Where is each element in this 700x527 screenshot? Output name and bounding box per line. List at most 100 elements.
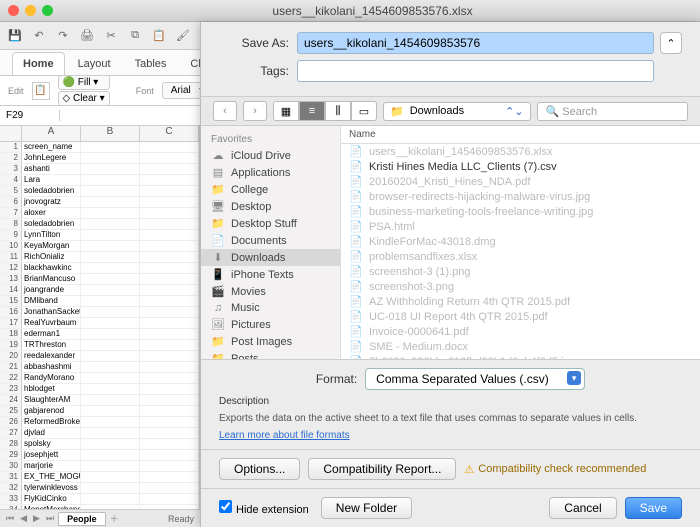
cell[interactable] <box>81 208 140 218</box>
sheet-tab-people[interactable]: People <box>58 512 106 526</box>
cancel-button[interactable]: Cancel <box>549 497 616 519</box>
cell[interactable] <box>81 252 140 262</box>
sidebar-item[interactable]: 🖥Desktop <box>201 198 340 215</box>
row-header[interactable]: 13 <box>0 274 22 284</box>
row-header[interactable]: 22 <box>0 373 22 383</box>
row-header[interactable]: 23 <box>0 384 22 394</box>
cell[interactable] <box>140 285 199 295</box>
sidebar-item[interactable]: 📁Posts <box>201 350 340 359</box>
table-row[interactable]: 26ReformedBroker <box>0 417 199 428</box>
add-sheet-icon[interactable]: ＋ <box>108 512 121 525</box>
tab-layout[interactable]: Layout <box>67 52 122 75</box>
sheet-nav-last-icon[interactable]: ⏭ <box>44 513 56 524</box>
cell[interactable] <box>140 461 199 471</box>
sidebar-item[interactable]: 📄Documents <box>201 232 340 249</box>
row-header[interactable]: 31 <box>0 472 22 482</box>
fill-button[interactable]: 🟢 Fill ▾ <box>58 75 110 90</box>
row-header[interactable]: 10 <box>0 241 22 251</box>
paste-button[interactable]: 📋 <box>32 82 50 100</box>
coverflow-view-icon[interactable]: ▭ <box>351 101 377 121</box>
cell[interactable] <box>140 307 199 317</box>
icon-view-icon[interactable]: ▦ <box>273 101 299 121</box>
cell[interactable] <box>140 186 199 196</box>
table-row[interactable]: 29josephjett <box>0 450 199 461</box>
cell[interactable]: RichOnializ <box>22 252 81 262</box>
table-row[interactable]: 30marjorie <box>0 461 199 472</box>
table-row[interactable]: 13BrianMancuso <box>0 274 199 285</box>
table-row[interactable]: 4Lara <box>0 175 199 186</box>
row-header[interactable]: 25 <box>0 406 22 416</box>
cell[interactable] <box>81 219 140 229</box>
sidebar-item[interactable]: 📁College <box>201 181 340 198</box>
cell[interactable]: BrianMancuso <box>22 274 81 284</box>
cell[interactable] <box>81 263 140 273</box>
cell[interactable] <box>140 483 199 493</box>
tab-home[interactable]: Home <box>12 52 65 75</box>
save-button[interactable]: Save <box>625 497 682 519</box>
cell[interactable] <box>140 219 199 229</box>
location-dropdown[interactable]: 📁 Downloads ⌃⌄ <box>383 102 531 121</box>
cell[interactable] <box>140 263 199 273</box>
cell[interactable] <box>140 153 199 163</box>
row-header[interactable]: 1 <box>0 142 22 152</box>
sidebar-item[interactable]: 🖼Pictures <box>201 316 340 333</box>
table-row[interactable]: 22RandyMorano <box>0 373 199 384</box>
cell[interactable] <box>81 384 140 394</box>
cell[interactable] <box>140 197 199 207</box>
cell[interactable] <box>81 439 140 449</box>
table-row[interactable]: 14joangrande <box>0 285 199 296</box>
table-row[interactable]: 32tylerwinklevoss <box>0 483 199 494</box>
cell[interactable] <box>81 373 140 383</box>
cell[interactable]: RealYuvrbaum <box>22 318 81 328</box>
cell[interactable] <box>81 153 140 163</box>
cell[interactable]: marjorie <box>22 461 81 471</box>
cell[interactable] <box>81 395 140 405</box>
cell[interactable] <box>81 329 140 339</box>
redo-icon[interactable]: ↷ <box>54 27 72 45</box>
back-icon[interactable]: ‹ <box>213 101 237 121</box>
cell[interactable]: spolsky <box>22 439 81 449</box>
spreadsheet-grid[interactable]: A B C 1screen_name2JohnLegere3ashanti4La… <box>0 126 200 509</box>
close-icon[interactable] <box>8 5 19 16</box>
table-row[interactable]: 23hblodget <box>0 384 199 395</box>
cell[interactable]: RandyMorano <box>22 373 81 383</box>
cell[interactable] <box>140 395 199 405</box>
col-header[interactable]: B <box>81 126 140 141</box>
sheet-nav-first-icon[interactable]: ⏮ <box>4 513 16 524</box>
table-row[interactable]: 2JohnLegere <box>0 153 199 164</box>
cell[interactable]: reedalexander <box>22 351 81 361</box>
cell[interactable]: soledadobrien <box>22 186 81 196</box>
cell[interactable]: JohnLegere <box>22 153 81 163</box>
sidebar-item[interactable]: ♫Music <box>201 300 340 316</box>
col-header[interactable]: C <box>140 126 199 141</box>
row-header[interactable]: 4 <box>0 175 22 185</box>
cell[interactable]: TRThreston <box>22 340 81 350</box>
row-header[interactable]: 8 <box>0 219 22 229</box>
table-row[interactable]: 5soledadobrien <box>0 186 199 197</box>
new-folder-button[interactable]: New Folder <box>321 497 412 519</box>
cell[interactable] <box>140 417 199 427</box>
row-header[interactable]: 29 <box>0 450 22 460</box>
table-row[interactable]: 9LynnTilton <box>0 230 199 241</box>
cell[interactable]: gabjarenod <box>22 406 81 416</box>
row-header[interactable]: 7 <box>0 208 22 218</box>
row-header[interactable]: 2 <box>0 153 22 163</box>
table-row[interactable]: 31EX_THE_MOGUL <box>0 472 199 483</box>
table-row[interactable]: 21abbashashmi <box>0 362 199 373</box>
cell[interactable] <box>140 329 199 339</box>
cell[interactable] <box>140 384 199 394</box>
row-header[interactable]: 14 <box>0 285 22 295</box>
cell[interactable]: tylerwinklevoss <box>22 483 81 493</box>
row-header[interactable]: 12 <box>0 263 22 273</box>
row-header[interactable]: 11 <box>0 252 22 262</box>
cell[interactable] <box>140 362 199 372</box>
row-header[interactable]: 6 <box>0 197 22 207</box>
row-header[interactable]: 19 <box>0 340 22 350</box>
cell[interactable] <box>140 175 199 185</box>
options-button[interactable]: Options... <box>219 458 300 480</box>
sheet-nav-next-icon[interactable]: ▶ <box>31 513 42 524</box>
table-row[interactable]: 7aloxer <box>0 208 199 219</box>
cell[interactable]: FlyKidCinko <box>22 494 81 504</box>
table-row[interactable]: 28spolsky <box>0 439 199 450</box>
cell[interactable]: ashanti <box>22 164 81 174</box>
